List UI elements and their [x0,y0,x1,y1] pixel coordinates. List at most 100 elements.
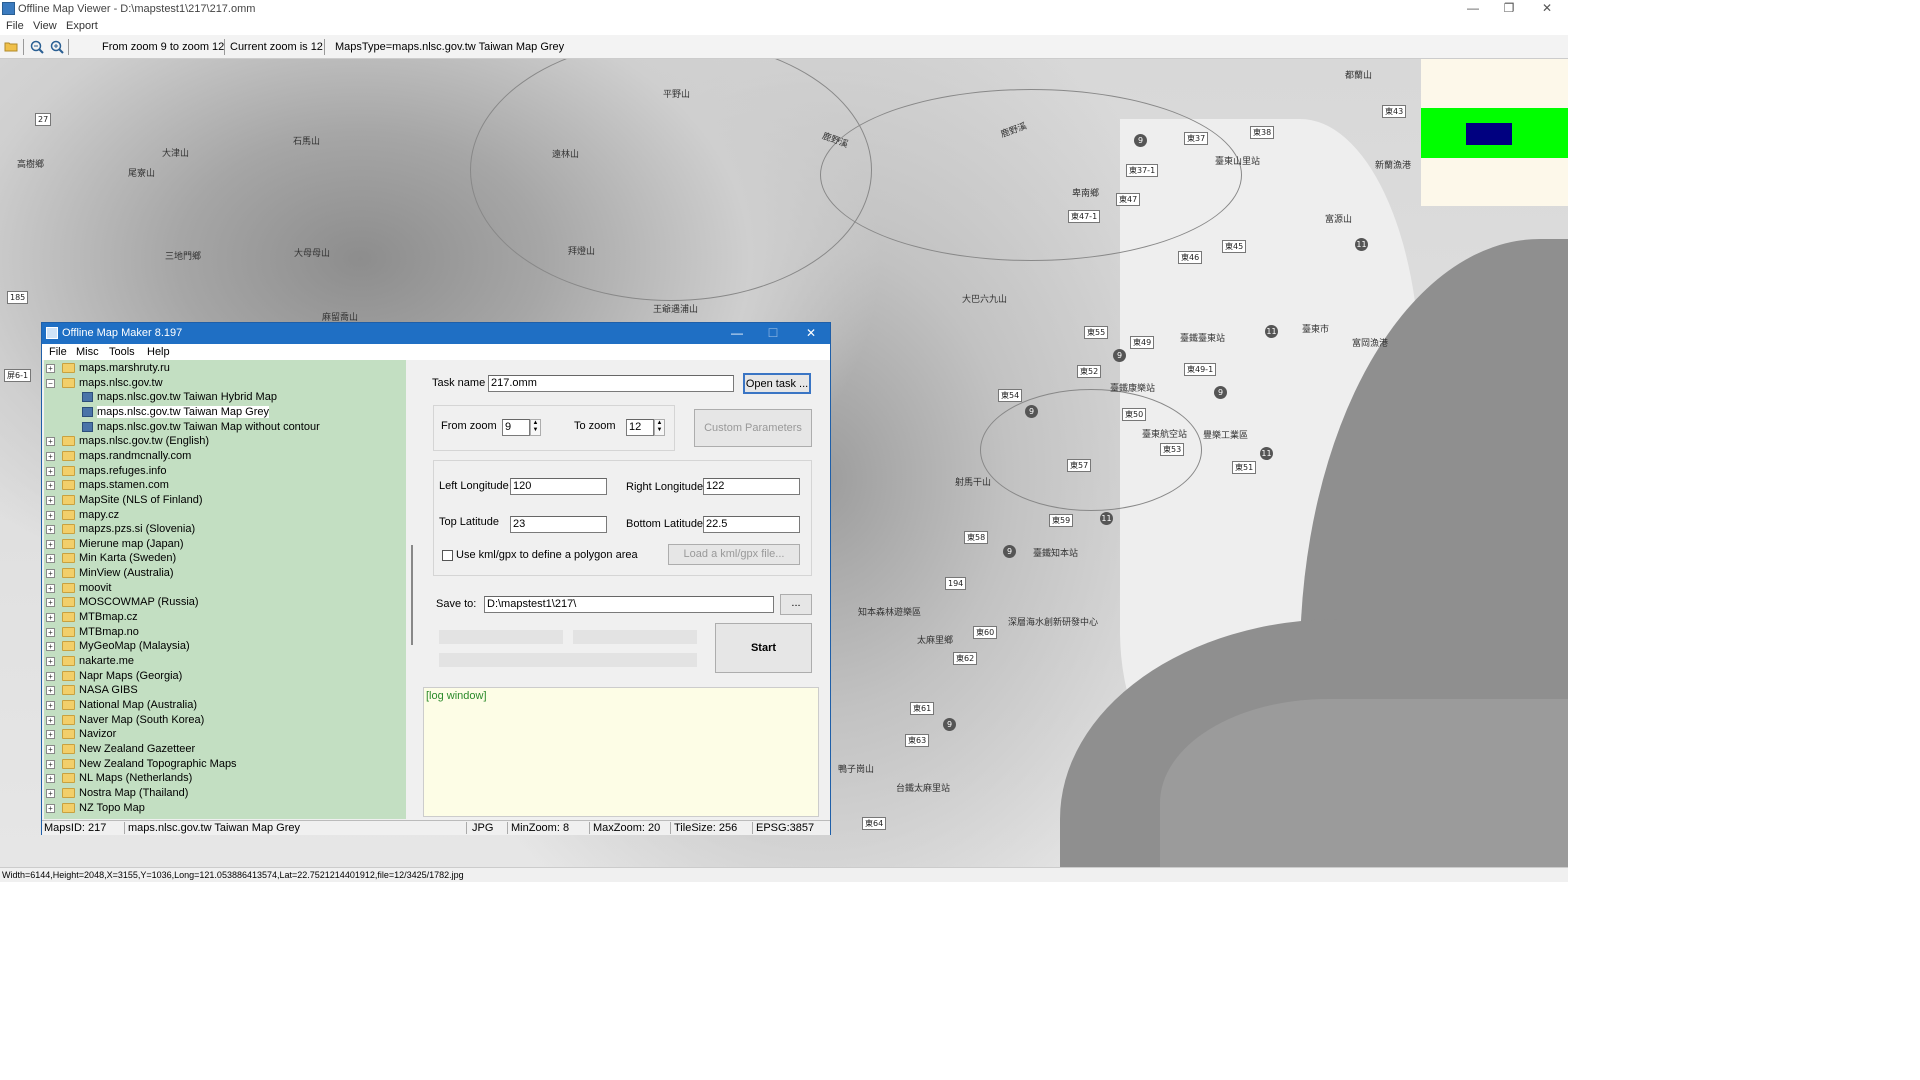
expand-icon[interactable]: + [46,583,55,593]
status-separator [589,822,590,834]
expand-icon[interactable]: + [46,525,55,535]
dialog-menu-help[interactable]: Help [147,346,170,358]
road-shield: 東49-1 [1184,363,1217,376]
dialog-minimize-button[interactable]: — [719,323,755,344]
dialog-menu-file[interactable]: File [49,346,67,358]
expand-icon[interactable]: + [46,759,55,769]
dialog-menu-tools[interactable]: Tools [109,346,135,358]
status-separator [670,822,671,834]
expand-icon[interactable]: + [46,671,55,681]
expand-icon[interactable]: + [46,715,55,725]
status-min-zoom: MinZoom: 8 [511,822,570,834]
minimize-button[interactable]: — [1456,0,1490,18]
road-shield: 東49 [1130,336,1155,349]
open-folder-icon[interactable] [4,40,18,55]
top-latitude-input[interactable]: 23 [510,516,607,533]
expand-icon[interactable]: + [46,803,55,813]
collapse-icon[interactable]: − [46,378,55,388]
toolbar-separator [224,39,225,55]
tree-item-label: MapSite (NLS of Finland) [79,493,203,506]
dialog-menu-misc[interactable]: Misc [76,346,99,358]
road-shield: 東55 [1084,326,1109,339]
from-zoom-input[interactable]: 9 [502,419,530,436]
tree-scrollbar[interactable] [406,360,420,819]
expand-icon[interactable]: + [46,554,55,564]
road-shield: 194 [945,577,967,590]
expand-icon[interactable]: + [46,539,55,549]
log-window[interactable]: [log window] [423,687,819,817]
from-zoom-label: From zoom [441,420,497,432]
expand-icon[interactable]: + [46,495,55,505]
expand-icon[interactable]: + [46,481,55,491]
open-task-button[interactable]: Open task ... [743,373,811,394]
place-label: 遠林山 [552,150,580,160]
to-zoom-input[interactable]: 12 [626,419,654,436]
expand-icon[interactable]: + [46,437,55,447]
map-icon [82,392,93,403]
expand-icon[interactable]: + [46,510,55,520]
left-longitude-input[interactable]: 120 [510,478,607,495]
browse-button[interactable]: ... [780,594,812,615]
expand-icon[interactable]: + [46,569,55,579]
expand-icon[interactable]: + [46,774,55,784]
menu-export[interactable]: Export [66,20,98,32]
expand-icon[interactable]: + [46,642,55,652]
expand-icon[interactable]: + [46,451,55,461]
expand-icon[interactable]: + [46,627,55,637]
custom-parameters-button[interactable]: Custom Parameters [694,409,812,447]
tree-item-label: maps.nlsc.gov.tw [79,376,163,389]
status-separator [124,822,125,834]
start-button[interactable]: Start [715,623,812,673]
dialog-maximize-button[interactable]: ☐ [755,323,791,344]
dialog-titlebar: Offline Map Maker 8.197 — ☐ ✕ [42,323,830,344]
minimap[interactable] [1421,59,1568,206]
menu-file[interactable]: File [6,20,24,32]
use-kml-checkbox[interactable] [442,550,453,561]
expand-icon[interactable]: + [46,686,55,696]
expand-icon[interactable]: + [46,700,55,710]
close-button[interactable]: ✕ [1530,0,1564,18]
place-label: 王爺遇浦山 [653,305,699,315]
expand-icon[interactable]: + [46,466,55,476]
status-separator [507,822,508,834]
scrollbar-thumb[interactable] [411,545,413,645]
zoom-out-icon[interactable] [30,40,44,57]
bottom-latitude-input[interactable]: 22.5 [703,516,800,533]
expand-icon[interactable]: + [46,730,55,740]
from-zoom-spinner[interactable]: ▲ ▼ [530,419,541,436]
log-scrollbar[interactable] [819,687,829,817]
to-zoom-spinner[interactable]: ▲ ▼ [654,419,665,436]
save-to-input[interactable]: D:\mapstest1\217\ [484,596,774,613]
expand-icon[interactable]: + [46,788,55,798]
map-source-tree[interactable]: + maps.marshruty.ru − maps.nlsc.gov.tw maps.… [44,360,406,819]
zoom-in-icon[interactable] [50,40,64,57]
right-longitude-label: Right Longitude [626,481,704,493]
dialog-close-button[interactable]: ✕ [793,323,829,344]
folder-icon [62,626,75,637]
expand-icon[interactable]: + [46,657,55,666]
folder-icon [62,699,75,710]
expand-icon[interactable]: + [46,598,55,608]
folder-icon [62,465,75,476]
toolbar-separator [324,39,325,55]
road-shield: 東43 [1382,105,1407,118]
tree-item-label: NL Maps (Netherlands) [79,772,193,785]
expand-icon[interactable]: + [46,613,55,623]
road-shield: 東53 [1160,443,1185,456]
route-marker: 11 [1260,447,1273,460]
load-kml-button[interactable]: Load a kml/gpx file... [668,544,800,565]
place-label: 富岡漁港 [1352,339,1389,349]
to-zoom-label: To zoom [574,420,616,432]
tree-item-label: maps.refuges.info [79,464,167,477]
folder-icon [62,743,75,754]
task-name-input[interactable]: 217.omm [488,375,734,392]
expand-icon[interactable]: + [46,364,55,373]
maximize-button[interactable]: ❐ [1492,0,1526,18]
minimap-viewport[interactable] [1466,123,1512,145]
place-label: 富源山 [1325,215,1353,225]
right-longitude-input[interactable]: 122 [703,478,800,495]
menu-view[interactable]: View [33,20,57,32]
window-title: Offline Map Viewer - D:\mapstest1\217\21… [18,3,256,15]
tree-item-label: Naver Map (South Korea) [79,713,205,726]
expand-icon[interactable]: + [46,744,55,754]
